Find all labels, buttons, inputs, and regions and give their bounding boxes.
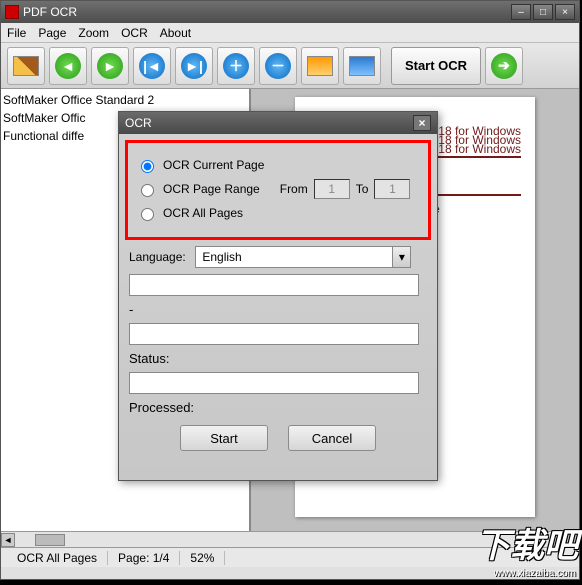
menu-ocr[interactable]: OCR xyxy=(121,26,148,40)
ocr-all-pages-label: OCR All Pages xyxy=(163,206,243,220)
language-label: Language: xyxy=(129,250,186,264)
to-label: To xyxy=(356,182,369,196)
dialog-title: OCR xyxy=(125,116,152,130)
ocr-current-page-radio[interactable] xyxy=(141,160,154,173)
status-output xyxy=(129,372,419,394)
menu-zoom[interactable]: Zoom xyxy=(78,26,109,40)
prev-page-button[interactable]: ◄ xyxy=(49,47,87,85)
dash-label: - xyxy=(129,302,427,317)
picture-icon xyxy=(307,56,333,76)
go-button[interactable]: ➔ xyxy=(485,47,523,85)
last-icon: ►| xyxy=(181,53,207,79)
dialog-close-button[interactable]: × xyxy=(413,115,431,131)
watermark-url: www.xiazaiba.com xyxy=(494,568,576,579)
next-icon: ► xyxy=(97,53,123,79)
from-input[interactable] xyxy=(314,179,350,199)
ocr-page-range-radio[interactable] xyxy=(141,184,154,197)
window-icon xyxy=(349,56,375,76)
language-combo[interactable]: English ▾ xyxy=(195,246,411,268)
zoom-in-icon: ＋ xyxy=(223,53,249,79)
ocr-dialog: OCR × OCR Current Page OCR Page Range Fr… xyxy=(118,111,438,481)
dialog-body: Language: English ▾ - Status: Processed:… xyxy=(119,246,437,451)
go-arrow-icon: ➔ xyxy=(491,53,517,79)
cancel-button[interactable]: Cancel xyxy=(288,425,376,451)
view-button[interactable] xyxy=(343,47,381,85)
start-button[interactable]: Start xyxy=(180,425,268,451)
status-zoom: 52% xyxy=(180,551,225,565)
text-line: SoftMaker Office Standard 2 xyxy=(3,91,247,109)
highlight-frame: OCR Current Page OCR Page Range From To … xyxy=(125,140,431,240)
image-button[interactable] xyxy=(301,47,339,85)
zoom-out-icon: － xyxy=(265,53,291,79)
toolbar: ◄ ► |◄ ►| ＋ － Start OCR ➔ xyxy=(1,43,579,89)
prev-icon: ◄ xyxy=(55,53,81,79)
menu-about[interactable]: About xyxy=(160,26,191,40)
first-icon: |◄ xyxy=(139,53,165,79)
scroll-thumb[interactable] xyxy=(35,534,65,546)
ocr-all-pages-radio[interactable] xyxy=(141,208,154,221)
folder-icon xyxy=(13,56,39,76)
status-page: Page: 1/4 xyxy=(108,551,180,565)
titlebar[interactable]: PDF OCR – □ × xyxy=(1,1,579,23)
from-label: From xyxy=(280,182,308,196)
ocr-current-page-label: OCR Current Page xyxy=(163,158,264,172)
window-title: PDF OCR xyxy=(23,5,509,19)
status-label: Status: xyxy=(129,351,427,366)
language-value: English xyxy=(196,250,392,264)
status-mode: OCR All Pages xyxy=(7,551,108,565)
path-input-1[interactable] xyxy=(129,274,419,296)
dialog-buttons: Start Cancel xyxy=(129,425,427,451)
close-button[interactable]: × xyxy=(555,4,575,20)
maximize-button[interactable]: □ xyxy=(533,4,553,20)
app-icon xyxy=(5,5,19,19)
menu-file[interactable]: File xyxy=(7,26,26,40)
option-row: OCR Current Page xyxy=(136,157,420,173)
option-row: OCR Page Range From To xyxy=(136,179,420,199)
menu-page[interactable]: Page xyxy=(38,26,66,40)
minimize-button[interactable]: – xyxy=(511,4,531,20)
chevron-down-icon[interactable]: ▾ xyxy=(392,247,410,267)
language-row: Language: English ▾ xyxy=(129,246,427,268)
open-button[interactable] xyxy=(7,47,45,85)
zoom-out-button[interactable]: － xyxy=(259,47,297,85)
scroll-left-arrow[interactable]: ◄ xyxy=(1,533,15,547)
next-page-button[interactable]: ► xyxy=(91,47,129,85)
start-ocr-button[interactable]: Start OCR xyxy=(391,47,481,85)
zoom-in-button[interactable]: ＋ xyxy=(217,47,255,85)
processed-label: Processed: xyxy=(129,400,427,415)
path-input-2[interactable] xyxy=(129,323,419,345)
dialog-titlebar[interactable]: OCR × xyxy=(119,112,437,134)
first-page-button[interactable]: |◄ xyxy=(133,47,171,85)
to-input[interactable] xyxy=(374,179,410,199)
option-row: OCR All Pages xyxy=(136,205,420,221)
watermark-logo: 下载吧 xyxy=(476,518,578,567)
menubar: File Page Zoom OCR About xyxy=(1,23,579,43)
last-page-button[interactable]: ►| xyxy=(175,47,213,85)
ocr-page-range-label: OCR Page Range xyxy=(163,182,260,196)
